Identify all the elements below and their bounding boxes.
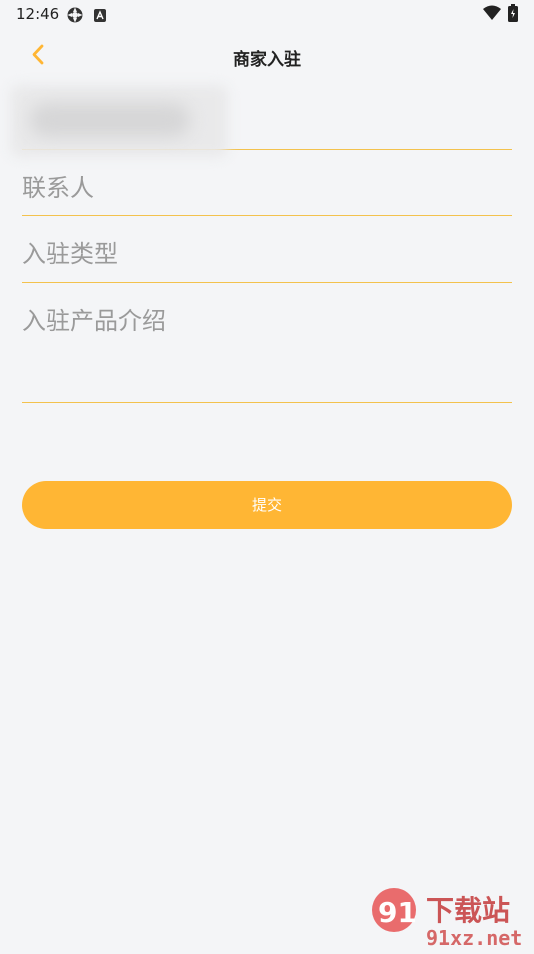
contact-person-field[interactable]: 联系人: [22, 150, 512, 216]
watermark-digits: 91: [378, 896, 417, 929]
settlement-type-placeholder: 入驻类型: [22, 240, 118, 268]
watermark-text-bottom: 91xz.net: [426, 926, 522, 950]
sync-icon: [66, 6, 84, 28]
watermark-logo: 91 下载站 91xz.net: [360, 886, 534, 950]
page-title: 商家入驻: [233, 50, 301, 70]
keyboard-a-icon: [94, 7, 106, 26]
redacted-overlay-core: [30, 103, 190, 137]
status-bar: 12:46: [0, 0, 534, 28]
product-intro-field[interactable]: 入驻产品介绍: [22, 283, 512, 403]
product-intro-placeholder: 入驻产品介绍: [22, 307, 166, 335]
status-time: 12:46: [16, 5, 60, 23]
watermark-text-top: 下载站: [426, 894, 510, 927]
battery-icon: [508, 4, 518, 26]
contact-person-placeholder: 联系人: [22, 174, 94, 202]
settlement-type-field[interactable]: 入驻类型: [22, 216, 512, 283]
submit-button[interactable]: 提交: [22, 481, 512, 529]
wifi-icon: [483, 5, 501, 25]
nav-bar: 商家入驻: [0, 30, 534, 82]
